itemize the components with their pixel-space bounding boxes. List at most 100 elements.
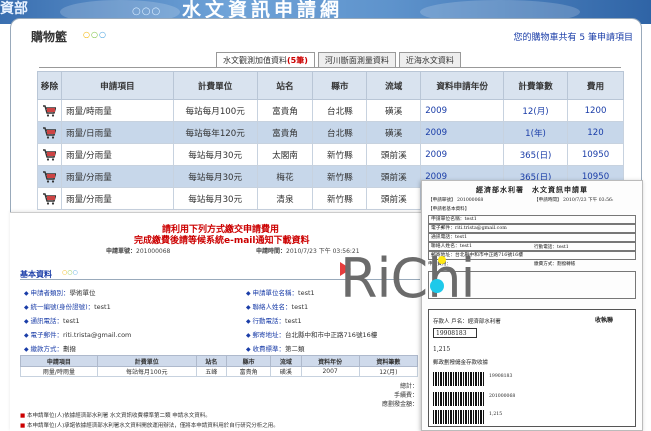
cell-fee: 1200	[567, 99, 624, 122]
tab-label: 水文觀測加值資料	[223, 56, 287, 65]
tab-divider	[39, 67, 621, 68]
cell-station: 清泉	[256, 187, 314, 210]
banner-dots: ○○○	[132, 6, 162, 17]
cell-fee: 10950	[567, 143, 624, 166]
mini-header: 流域	[270, 355, 302, 367]
handling-fee-label: 手續費：	[393, 392, 418, 399]
mini-cell: 2007	[300, 366, 360, 377]
order-tag: 【申請單號】	[428, 198, 456, 203]
field-label: 行動電話：	[252, 317, 286, 325]
table-row: 雨量/時雨量 每站每月100元 五峰 富貴角 磺溪 2007 12(月)	[20, 366, 419, 377]
info-field: ◆ 通訊電話：test1	[24, 315, 80, 325]
data-type-tabs: 水文觀測加值資料(5筆) 河川斷面測量資料 近海水文資料	[216, 52, 461, 68]
mini-cell: 每站每月100元	[96, 366, 197, 377]
cell-station: 富貴角	[256, 99, 314, 122]
info-field: ◆ 行動電話：test1	[246, 315, 302, 325]
mini-header: 資料年份	[300, 355, 360, 367]
form-time: 【申請時間】 2010/7/23 下午 03:56:	[534, 197, 614, 203]
terms-line-1: ■ 本申請單位(人)依據經濟部水利署 水文資訊收費標準第二類 申請水文資料。	[20, 411, 211, 419]
tab-coastal-hydro[interactable]: 近海水文資料	[398, 52, 461, 68]
postal-payment-slip: 存款人 戶名：經濟部水利署 收執聯 19908183 1,215 郵政劃撥儲金存…	[428, 309, 636, 427]
cell-basin: 磺溪	[366, 121, 422, 144]
cell-unit: 每站每月30元	[172, 187, 258, 210]
terms-text: 本申請單位(人)依據經濟部水利署 水文資訊收費標準第二類 申請水文資料。	[26, 413, 211, 419]
order-label: 申請單號：	[106, 248, 137, 255]
banner-left-text: 資部	[0, 1, 28, 17]
order-summary-table: 申請項目 計費單位 站名 縣市 流域 資料年份 資料筆數 雨量/時雨量 每站每月100元 五峰富…	[20, 355, 419, 377]
total-label: 總計：	[399, 383, 418, 390]
field-label: 繳款方式：	[30, 345, 64, 353]
header-station: 站名	[256, 71, 314, 100]
time-label: 申請時間：	[256, 248, 287, 255]
form-basic-tag: 【申請者基本資料】	[428, 207, 470, 212]
field-label: 郵寄地址：	[252, 331, 286, 339]
cart-title: 購物籃	[31, 30, 68, 44]
mini-header: 站名	[195, 355, 227, 367]
tab-hydro-value-added[interactable]: 水文觀測加值資料(5筆)	[216, 52, 315, 68]
cell-item: 雨量/分雨量	[60, 143, 174, 166]
terms-text: 本申請單位(人)承諾依據經濟部水利署水文資料開放運用辦法，僅將本申請資料用於自行…	[26, 423, 279, 429]
mini-cell: 富貴角	[225, 366, 272, 377]
form-order: 【申請單號】 201000068	[428, 197, 483, 203]
info-field: ◆ 聯絡人姓名：test1	[246, 301, 308, 311]
cell-unit: 每站每月30元	[172, 143, 258, 166]
mini-header: 計費單位	[96, 355, 197, 367]
bullet-icon: ■	[20, 413, 27, 419]
logo-text: RiChi	[340, 247, 475, 310]
field-label: 電子郵件：	[30, 331, 64, 339]
cell-county: 新竹縣	[312, 143, 368, 166]
cell-item: 雨量/日雨量	[60, 121, 174, 144]
slip-label: 郵政劃撥儲金存款收據	[433, 360, 489, 366]
logo-dot-yellow	[438, 256, 446, 264]
slip-account: 19908183	[433, 328, 477, 338]
cell-unit: 每站每月30元	[172, 165, 258, 188]
remove-cart-icon[interactable]	[37, 99, 62, 122]
cell-count: 365(日)	[503, 143, 568, 166]
cell-fee: 120	[567, 121, 624, 144]
time-value: 2010/7/23 下午 03:56:	[563, 198, 614, 203]
order-number: 申請單號：201000068	[106, 246, 170, 255]
header-count: 計費筆數	[503, 71, 568, 100]
remove-cart-icon[interactable]	[37, 121, 62, 144]
slip-bar-number: 1,215	[489, 412, 503, 417]
remove-cart-icon[interactable]	[37, 187, 62, 210]
header-item: 申請項目	[60, 71, 174, 100]
cell-station: 太閣南	[256, 143, 314, 166]
field-value: 劃撥	[63, 345, 77, 353]
form-title: 經濟部水利署 水文資訊申請單	[476, 185, 588, 194]
cart-summary: 您的購物車共有 5 筆申請項目	[513, 33, 633, 43]
cell-year: 2009	[420, 99, 505, 122]
mini-cell: 磺溪	[270, 366, 302, 377]
title-dots: ○○○	[62, 269, 78, 276]
slip-payee: 存款人 戶名：經濟部水利署	[433, 319, 501, 325]
cell-county: 台北縣	[312, 99, 368, 122]
info-field: ◆ 郵寄地址：台北縣中和市中正路716號16樓	[246, 329, 377, 339]
cell-station: 梅花	[256, 165, 314, 188]
cart-header: 購物籃 ○○○ 您的購物車共有 5 筆申請項目	[11, 19, 641, 49]
cell-year: 2009	[420, 143, 505, 166]
cell-basin: 頭前溪	[366, 143, 422, 166]
mini-header: 縣市	[225, 355, 272, 367]
mini-header: 申請項目	[20, 355, 98, 367]
tab-river-section[interactable]: 河川斷面測量資料	[317, 52, 396, 68]
info-field: ◆ 申請者類別：學術單位	[24, 287, 96, 297]
tab-count: (5筆)	[287, 56, 308, 65]
form-row: 申請單位名稱：test1	[428, 215, 636, 224]
remove-cart-icon[interactable]	[37, 143, 62, 166]
form-row: 通訊電話：test1	[428, 233, 636, 242]
cell-county: 新竹縣	[312, 165, 368, 188]
header-remove: 移除	[37, 71, 62, 100]
table-row: 雨量/分雨量 每站每月30元 太閣南 新竹縣 頭前溪 2009 365(日) 10950	[37, 143, 624, 166]
terms-line-2: ■ 本申請單位(人)承諾依據經濟部水利署水文資料開放運用辦法，僅將本申請資料用於…	[20, 421, 279, 429]
cell-item: 雨量/分雨量	[60, 165, 174, 188]
field-label: 通訊電話：	[30, 317, 64, 325]
remove-cart-icon[interactable]	[37, 165, 62, 188]
header-year: 資料申請年份	[420, 71, 505, 100]
header-unit: 計費單位	[172, 71, 258, 100]
field-label: 收費標準：	[252, 345, 286, 353]
info-field: ◆ 繳款方式：劃撥	[24, 343, 76, 353]
field-value: test1	[298, 289, 315, 297]
cell-basin: 頭前溪	[366, 165, 422, 188]
field-value: riti.trista@gmail.com	[63, 331, 132, 339]
mini-cell: 雨量/時雨量	[20, 366, 98, 377]
